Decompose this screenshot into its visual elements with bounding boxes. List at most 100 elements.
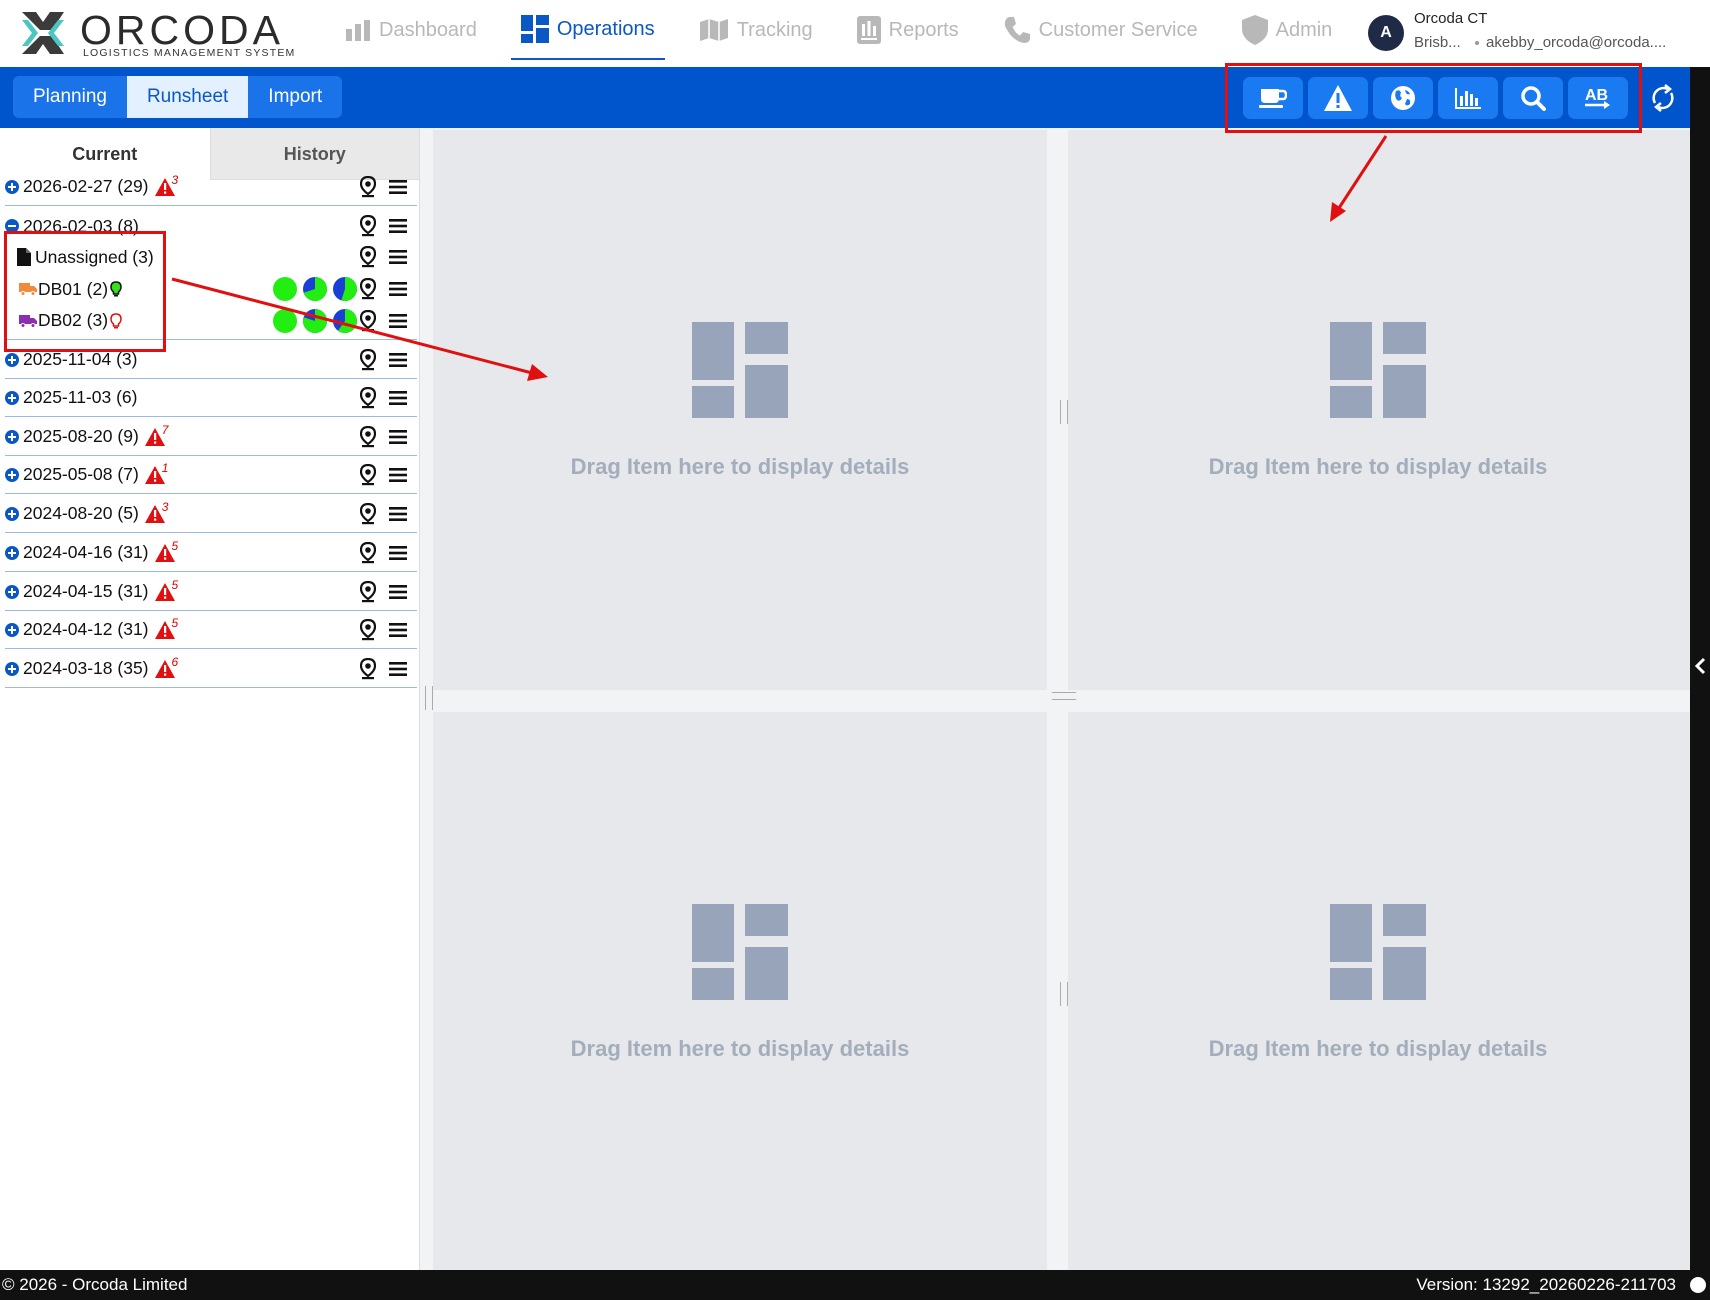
alert-warning-icon[interactable]: 6 — [154, 655, 178, 678]
row-menu-button[interactable] — [389, 278, 407, 300]
nav-tracking[interactable]: Tracking — [689, 0, 823, 60]
nav-dashboard[interactable]: Dashboard — [335, 0, 487, 60]
row-menu-button[interactable] — [389, 176, 407, 198]
user-profile[interactable]: A Orcoda CT Brisb... akebby_orcoda@orcod… — [1368, 10, 1698, 60]
row-menu-button[interactable] — [389, 503, 407, 525]
runsheet-date-row[interactable]: 2024-08-20 (5) 3 — [5, 495, 417, 533]
avatar[interactable]: A — [1368, 15, 1404, 51]
expand-icon[interactable] — [5, 390, 19, 405]
map-pin-button[interactable] — [359, 310, 377, 332]
row-menu-button[interactable] — [389, 215, 407, 237]
row-menu-button[interactable] — [389, 464, 407, 486]
alert-count: 5 — [171, 577, 179, 592]
tree-row-label: 2026-02-27 (29) — [23, 176, 149, 196]
runsheet-date-row[interactable]: 2025-11-03 (6) — [5, 379, 417, 417]
runsheet-date-row[interactable]: 2026-02-27 (29) 3 — [5, 168, 417, 206]
annotation-highlight-tree — [4, 231, 166, 352]
horizontal-splitter-handle[interactable] — [1052, 692, 1076, 700]
expand-icon[interactable] — [5, 352, 19, 367]
map-pin-button[interactable] — [359, 278, 377, 300]
user-location: Brisb... — [1414, 34, 1461, 51]
expand-icon[interactable] — [5, 622, 19, 637]
nav-customer-service[interactable]: Customer Service — [993, 0, 1208, 60]
expand-icon[interactable] — [5, 429, 19, 444]
row-menu-button[interactable] — [389, 349, 407, 371]
progress-pies — [273, 309, 357, 333]
map-pin-button[interactable] — [359, 503, 377, 525]
progress-pie-icon — [273, 277, 297, 301]
map-pin-button[interactable] — [359, 542, 377, 564]
detail-pane-top-right[interactable]: Drag Item here to display details — [1068, 130, 1690, 690]
map-pin-button[interactable] — [359, 581, 377, 603]
layout-grid-icon — [1330, 322, 1426, 418]
map-pin-button[interactable] — [359, 176, 377, 198]
orcoda-logo[interactable]: ORCODA LOGISTICS MANAGEMENT SYSTEM — [18, 8, 294, 59]
alert-warning-icon[interactable]: 5 — [154, 539, 178, 562]
pane-placeholder-text: Drag Item here to display details — [570, 1036, 910, 1061]
tab-runsheet[interactable]: Runsheet — [126, 76, 249, 118]
map-pin-button[interactable] — [359, 464, 377, 486]
map-pin-button[interactable] — [359, 246, 377, 268]
detail-pane-top-left[interactable]: Drag Item here to display details — [433, 130, 1047, 690]
collapsed-side-panel[interactable] — [1690, 67, 1710, 1270]
detail-pane-bottom-right[interactable]: Drag Item here to display details — [1068, 712, 1690, 1270]
runsheet-date-row[interactable]: 2024-03-18 (35) 6 — [5, 650, 417, 688]
map-pin-icon — [360, 387, 376, 409]
nav-admin[interactable]: Admin — [1232, 0, 1343, 60]
runsheet-date-row[interactable]: 2024-04-16 (31) 5 — [5, 534, 417, 572]
runsheet-date-row[interactable]: 2024-04-12 (31) 5 — [5, 611, 417, 649]
layout-grid-icon — [692, 904, 788, 1000]
hamburger-menu-icon — [389, 282, 407, 296]
map-pin-button[interactable] — [359, 658, 377, 680]
expand-icon[interactable] — [5, 179, 19, 194]
dashboard-grid-icon — [520, 15, 549, 43]
alert-warning-icon[interactable]: 7 — [144, 423, 168, 446]
footer: © 2026 - Orcoda Limited Version: 13292_2… — [0, 1270, 1710, 1300]
status-dot — [1690, 1277, 1706, 1293]
map-pin-button[interactable] — [359, 349, 377, 371]
hamburger-menu-icon — [389, 314, 407, 328]
row-menu-button[interactable] — [389, 426, 407, 448]
nav-reports[interactable]: Reports — [847, 0, 969, 60]
map-pin-button[interactable] — [359, 426, 377, 448]
hamburger-menu-icon — [389, 180, 407, 194]
alert-warning-icon[interactable]: 3 — [154, 173, 178, 196]
row-menu-button[interactable] — [389, 619, 407, 641]
tab-planning[interactable]: Planning — [13, 76, 127, 118]
runsheet-date-row[interactable]: 2024-04-15 (31) 5 — [5, 573, 417, 611]
tree-row-label: 2025-11-04 (3) — [23, 349, 138, 369]
expand-icon[interactable] — [5, 661, 19, 676]
row-menu-button[interactable] — [389, 246, 407, 268]
panel-splitter-handle[interactable] — [425, 686, 433, 710]
refresh-icon[interactable] — [1648, 83, 1678, 113]
map-pin-button[interactable] — [359, 387, 377, 409]
alert-warning-icon[interactable]: 5 — [154, 616, 178, 639]
row-menu-button[interactable] — [389, 310, 407, 332]
row-menu-button[interactable] — [389, 542, 407, 564]
row-menu-button[interactable] — [389, 581, 407, 603]
row-menu-button[interactable] — [389, 658, 407, 680]
nav-operations[interactable]: Operations — [510, 0, 665, 60]
expand-icon[interactable] — [5, 467, 19, 482]
map-pin-button[interactable] — [359, 215, 377, 237]
tree-row-label: 2025-05-08 (7) — [23, 464, 139, 484]
alert-warning-icon[interactable]: 1 — [144, 461, 168, 484]
copyright-text: © 2026 - Orcoda Limited — [2, 1275, 188, 1294]
alert-warning-icon[interactable]: 3 — [144, 500, 168, 523]
expand-icon[interactable] — [5, 506, 19, 521]
vertical-splitter-handle[interactable] — [1060, 982, 1068, 1006]
vertical-splitter-handle[interactable] — [1060, 400, 1068, 424]
expand-icon[interactable] — [5, 545, 19, 560]
expand-icon[interactable] — [5, 584, 19, 599]
detail-pane-bottom-left[interactable]: Drag Item here to display details — [433, 712, 1047, 1270]
tab-import[interactable]: Import — [248, 76, 343, 118]
alert-count: 6 — [171, 654, 179, 669]
alert-warning-icon[interactable]: 5 — [154, 578, 178, 601]
user-email: akebby_orcoda@orcoda.... — [1486, 34, 1667, 51]
main-nav: Dashboard Operations Tracking Reports Cu… — [335, 0, 1366, 67]
map-pin-button[interactable] — [359, 619, 377, 641]
runsheet-date-row[interactable]: 2025-05-08 (7) 1 — [5, 456, 417, 494]
row-menu-button[interactable] — [389, 387, 407, 409]
hamburger-menu-icon — [389, 353, 407, 367]
runsheet-date-row[interactable]: 2025-08-20 (9) 7 — [5, 418, 417, 456]
